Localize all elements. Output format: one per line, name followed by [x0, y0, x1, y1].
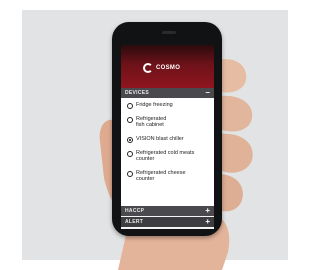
radio-button-icon[interactable] [127, 103, 133, 109]
phone-screen: COSMO DEVICES – Fridge freezing Refriger… [121, 45, 214, 229]
expand-icon[interactable]: + [205, 207, 210, 215]
cosmo-logo-icon [143, 63, 153, 73]
brand-name: COSMO [156, 65, 181, 71]
section-haccp-header[interactable]: HACCP + [121, 206, 214, 216]
device-option-fish-cabinet[interactable]: Refrigerated fish cabinet [127, 116, 211, 128]
device-option-vision-blast-chiller[interactable]: VISION blast chiller [127, 136, 211, 143]
radio-button-selected-icon[interactable] [127, 137, 133, 143]
section-alert-title: ALERT [125, 219, 144, 225]
device-label: VISION blast chiller [136, 136, 184, 142]
speaker-grille [162, 31, 176, 34]
device-label: Refrigerated fish cabinet [136, 116, 167, 128]
collapse-icon[interactable]: – [206, 89, 210, 97]
expand-icon[interactable]: + [205, 218, 210, 226]
radio-button-icon[interactable] [127, 151, 133, 157]
smartphone: COSMO DEVICES – Fridge freezing Refriger… [112, 22, 222, 236]
section-devices-title: DEVICES [125, 90, 150, 96]
device-option-cheese-counter[interactable]: Refrigerated cheese counter [127, 170, 211, 182]
device-label: Fridge freezing [136, 102, 173, 108]
radio-button-icon[interactable] [127, 117, 133, 123]
radio-button-icon[interactable] [127, 171, 133, 177]
devices-list: Fridge freezing Refrigerated fish cabine… [121, 98, 214, 206]
device-label: Refrigerated cheese counter [136, 170, 186, 182]
device-option-cold-meats-counter[interactable]: Refrigerated cold meats counter [127, 150, 211, 162]
app-header: COSMO [121, 45, 214, 88]
brand: COSMO [143, 61, 180, 75]
section-alert-header[interactable]: ALERT + [121, 217, 214, 227]
device-label: Refrigerated cold meats counter [136, 150, 195, 162]
section-haccp-title: HACCP [125, 208, 145, 214]
device-option-fridge-freezing[interactable]: Fridge freezing [127, 102, 211, 109]
section-devices-header[interactable]: DEVICES – [121, 88, 214, 98]
